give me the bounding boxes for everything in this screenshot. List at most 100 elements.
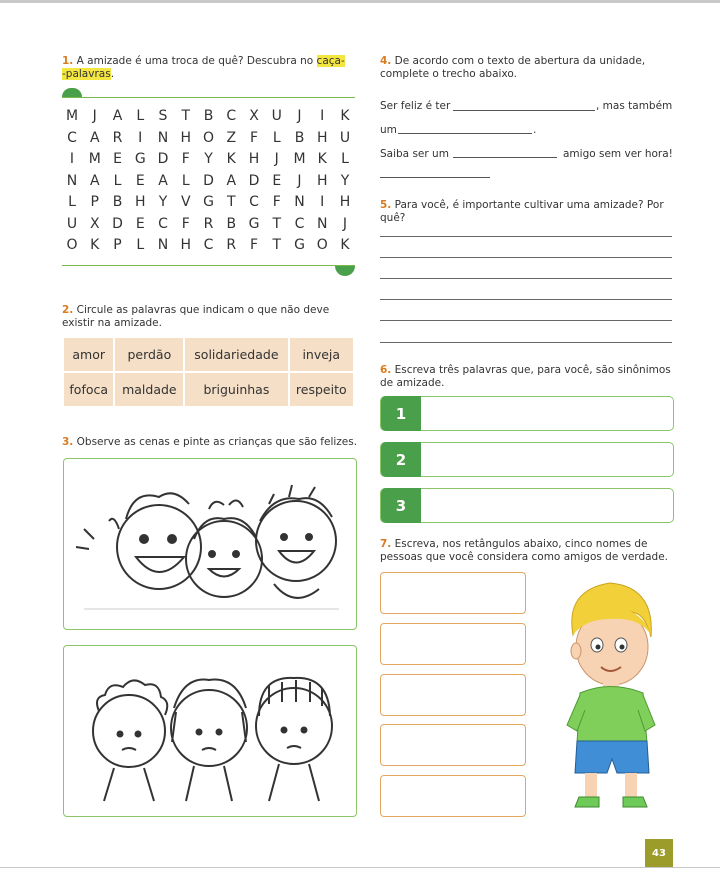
- wordsearch-letter[interactable]: F: [244, 130, 264, 152]
- wordsearch-letter[interactable]: U: [62, 216, 82, 238]
- wordsearch-letter[interactable]: C: [290, 216, 310, 238]
- wordsearch-letter[interactable]: G: [199, 194, 219, 216]
- wordsearch-letter[interactable]: D: [108, 216, 128, 238]
- wordsearch-letter[interactable]: N: [153, 130, 173, 152]
- wordsearch-letter[interactable]: B: [221, 216, 241, 238]
- wordsearch-letter[interactable]: A: [153, 173, 173, 195]
- wordsearch-letter[interactable]: O: [312, 237, 332, 259]
- wordsearch-letter[interactable]: N: [153, 237, 173, 259]
- wordsearch-letter[interactable]: B: [199, 108, 219, 130]
- wordsearch-letter[interactable]: T: [267, 216, 287, 238]
- wordsearch-letter[interactable]: G: [244, 216, 264, 238]
- wordsearch-letter[interactable]: N: [290, 194, 310, 216]
- wordsearch-letter[interactable]: L: [130, 108, 150, 130]
- wordsearch-letter[interactable]: S: [153, 108, 173, 130]
- wordsearch-letter[interactable]: D: [244, 173, 264, 195]
- wordsearch-letter[interactable]: E: [267, 173, 287, 195]
- friend-name-box[interactable]: [380, 775, 526, 817]
- wordsearch-letter[interactable]: P: [108, 237, 128, 259]
- word-cell[interactable]: inveja: [289, 338, 353, 371]
- answer-line[interactable]: [380, 236, 672, 237]
- wordsearch-letter[interactable]: T: [176, 108, 196, 130]
- wordsearch-letter[interactable]: L: [108, 173, 128, 195]
- wordsearch-letter[interactable]: H: [335, 194, 355, 216]
- wordsearch-letter[interactable]: R: [199, 216, 219, 238]
- answer-line[interactable]: [380, 278, 672, 279]
- wordsearch-letter[interactable]: J: [85, 108, 105, 130]
- wordsearch-letter[interactable]: D: [153, 151, 173, 173]
- wordsearch-letter[interactable]: L: [176, 173, 196, 195]
- wordsearch-letter[interactable]: Y: [335, 173, 355, 195]
- wordsearch-letter[interactable]: A: [85, 173, 105, 195]
- wordsearch-letter[interactable]: K: [335, 108, 355, 130]
- word-cell[interactable]: amor: [64, 338, 114, 371]
- wordsearch-letter[interactable]: A: [85, 130, 105, 152]
- q4-blank-3[interactable]: [453, 157, 557, 158]
- wordsearch-letter[interactable]: T: [267, 237, 287, 259]
- wordsearch-letter[interactable]: V: [176, 194, 196, 216]
- wordsearch-letter[interactable]: G: [290, 237, 310, 259]
- wordsearch-letter[interactable]: C: [244, 194, 264, 216]
- wordsearch-letter[interactable]: C: [199, 237, 219, 259]
- wordsearch-letter[interactable]: X: [244, 108, 264, 130]
- friend-name-box[interactable]: [380, 674, 526, 716]
- wordsearch-letter[interactable]: H: [244, 151, 264, 173]
- answer-line[interactable]: [380, 320, 672, 321]
- scene-sad-children[interactable]: [63, 645, 357, 817]
- wordsearch-letter[interactable]: U: [267, 108, 287, 130]
- wordsearch-letter[interactable]: H: [176, 237, 196, 259]
- word-cell[interactable]: solidariedade: [185, 338, 288, 371]
- wordsearch-letter[interactable]: M: [290, 151, 310, 173]
- wordsearch-letter[interactable]: K: [335, 237, 355, 259]
- wordsearch-letter[interactable]: T: [221, 194, 241, 216]
- wordsearch-letter[interactable]: K: [221, 151, 241, 173]
- wordsearch-letter[interactable]: I: [62, 151, 82, 173]
- wordsearch-letter[interactable]: J: [290, 108, 310, 130]
- wordsearch-letter[interactable]: C: [221, 108, 241, 130]
- wordsearch-letter[interactable]: R: [108, 130, 128, 152]
- wordsearch-letter[interactable]: I: [312, 194, 332, 216]
- wordsearch-letter[interactable]: H: [312, 173, 332, 195]
- wordsearch-letter[interactable]: X: [85, 216, 105, 238]
- wordsearch-letter[interactable]: L: [335, 151, 355, 173]
- wordsearch-letter[interactable]: B: [290, 130, 310, 152]
- wordsearch-letter[interactable]: E: [108, 151, 128, 173]
- word-cell[interactable]: briguinhas: [185, 373, 288, 406]
- wordsearch-letter[interactable]: F: [176, 151, 196, 173]
- wordsearch-letter[interactable]: B: [108, 194, 128, 216]
- wordsearch-letter[interactable]: E: [130, 173, 150, 195]
- wordsearch-letter[interactable]: M: [62, 108, 82, 130]
- q4-blank-4[interactable]: [380, 177, 490, 178]
- wordsearch-letter[interactable]: A: [221, 173, 241, 195]
- answer-line[interactable]: [380, 342, 672, 343]
- wordsearch-letter[interactable]: L: [130, 237, 150, 259]
- wordsearch-letter[interactable]: Y: [153, 194, 173, 216]
- wordsearch-letter[interactable]: E: [130, 216, 150, 238]
- friend-name-box[interactable]: [380, 724, 526, 766]
- answer-line[interactable]: [380, 257, 672, 258]
- wordsearch-letter[interactable]: H: [312, 130, 332, 152]
- wordsearch-letter[interactable]: L: [267, 130, 287, 152]
- wordsearch-letter[interactable]: M: [85, 151, 105, 173]
- wordsearch-letter[interactable]: I: [312, 108, 332, 130]
- scene-happy-children[interactable]: [63, 458, 357, 630]
- word-cell[interactable]: fofoca: [64, 373, 114, 406]
- q4-blank-2[interactable]: [398, 133, 532, 134]
- wordsearch-letter[interactable]: U: [335, 130, 355, 152]
- wordsearch-letter[interactable]: F: [176, 216, 196, 238]
- synonym-box-3[interactable]: 3: [380, 488, 674, 523]
- q4-blank-1[interactable]: [453, 110, 595, 111]
- synonym-box-2[interactable]: 2: [380, 442, 674, 477]
- word-cell[interactable]: respeito: [289, 373, 353, 406]
- wordsearch-letter[interactable]: K: [312, 151, 332, 173]
- wordsearch-letter[interactable]: O: [199, 130, 219, 152]
- wordsearch-letter[interactable]: N: [312, 216, 332, 238]
- wordsearch-letter[interactable]: J: [267, 151, 287, 173]
- wordsearch-letter[interactable]: J: [290, 173, 310, 195]
- word-cell[interactable]: perdão: [115, 338, 184, 371]
- wordsearch-letter[interactable]: R: [221, 237, 241, 259]
- wordsearch-letter[interactable]: A: [108, 108, 128, 130]
- wordsearch-letter[interactable]: H: [130, 194, 150, 216]
- wordsearch-letter[interactable]: Z: [221, 130, 241, 152]
- wordsearch-letter[interactable]: D: [199, 173, 219, 195]
